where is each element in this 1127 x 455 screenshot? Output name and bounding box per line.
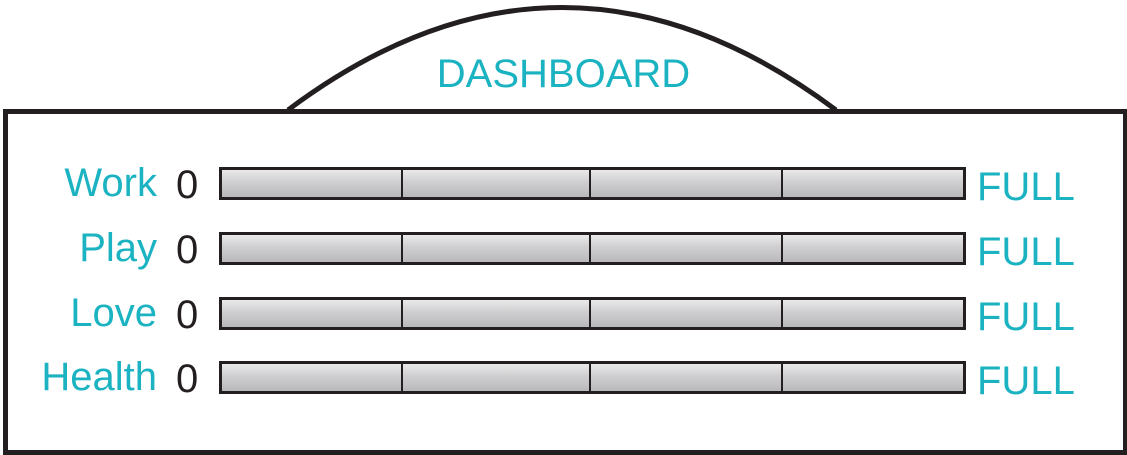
gauge-segment — [403, 235, 591, 262]
gauge-bar-play — [219, 232, 966, 265]
gauge-min-label: 0 — [176, 163, 199, 207]
gauge-segment — [783, 235, 963, 262]
gauge-segment — [222, 300, 403, 327]
gauge-min-label: 0 — [176, 293, 199, 337]
gauge-bar-love — [219, 297, 966, 330]
gauge-min-label: 0 — [176, 228, 199, 272]
gauge-bar-work — [219, 167, 966, 200]
gauge-row-play: Play 0 FULL — [0, 224, 1127, 274]
gauge-label: Play — [79, 226, 157, 270]
gauge-segment — [403, 170, 591, 197]
gauge-segment — [591, 235, 783, 262]
gauge-segment — [222, 235, 403, 262]
gauge-segment — [591, 170, 783, 197]
gauge-segment — [783, 170, 963, 197]
gauge-label: Work — [64, 161, 157, 205]
gauge-min-label: 0 — [176, 357, 199, 401]
gauge-bar-health — [219, 361, 966, 394]
gauge-row-health: Health 0 FULL — [0, 353, 1127, 403]
gauge-segment — [783, 300, 963, 327]
gauge-row-love: Love 0 FULL — [0, 289, 1127, 339]
gauge-segment — [403, 364, 591, 391]
gauge-segment — [222, 364, 403, 391]
gauge-segment — [222, 170, 403, 197]
gauge-segment — [591, 300, 783, 327]
dashboard-title: DASHBOARD — [436, 52, 691, 96]
gauge-max-label: FULL — [977, 295, 1075, 339]
gauge-max-label: FULL — [977, 230, 1075, 274]
gauge-label: Love — [70, 291, 157, 335]
gauge-max-label: FULL — [977, 359, 1075, 403]
gauge-row-work: Work 0 FULL — [0, 159, 1127, 209]
gauge-segment — [403, 300, 591, 327]
gauge-segment — [591, 364, 783, 391]
gauge-label: Health — [41, 355, 157, 399]
gauge-max-label: FULL — [977, 165, 1075, 209]
gauge-segment — [783, 364, 963, 391]
